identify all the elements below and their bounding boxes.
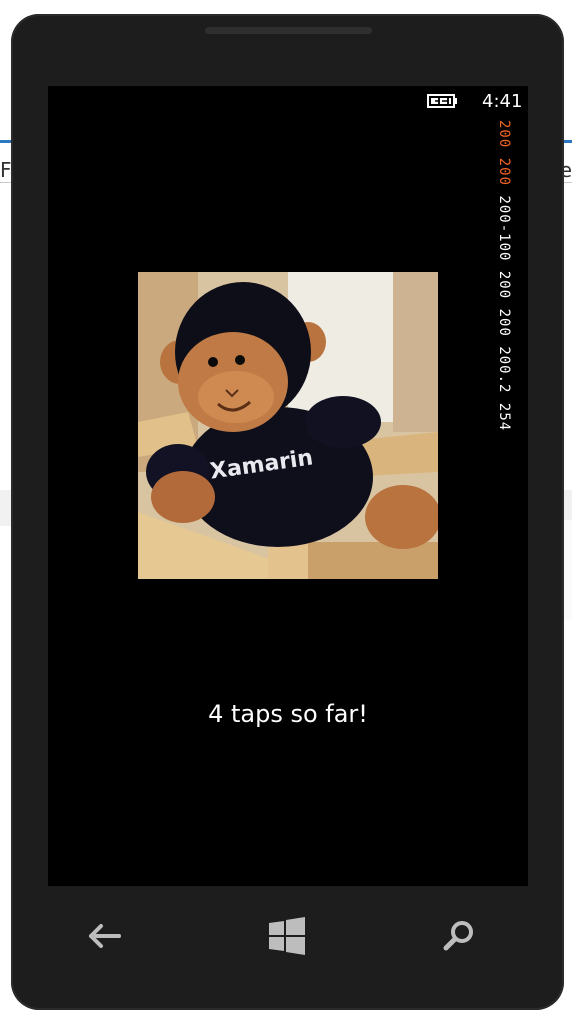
windows-start-icon[interactable] [265,914,309,958]
monkey-illustration: Xamarin [138,272,438,579]
status-bar: 4:41 [48,86,528,118]
fps-counter-red: 200 200 [496,120,512,187]
phone-hardware-nav [11,894,564,974]
fps-counter-white: 200-100 200 200 200.2 254 [496,195,512,432]
status-time: 4:41 [482,91,523,112]
phone-screen: 4:41 200 200 200-100 200 200 200.2 254 X… [48,86,528,886]
search-icon[interactable] [437,914,481,958]
tap-count-label[interactable]: 4 taps so far! [48,700,528,728]
phone-earpiece [205,27,372,34]
monkey-image[interactable]: Xamarin [138,272,438,579]
battery-charging-icon [427,94,457,108]
back-arrow-icon[interactable] [83,914,127,958]
frame-rate-counter: 200 200 200-100 200 200 200.2 254 [152,120,512,431]
phone-emulator: 4:41 200 200 200-100 200 200 200.2 254 X… [11,14,564,1010]
